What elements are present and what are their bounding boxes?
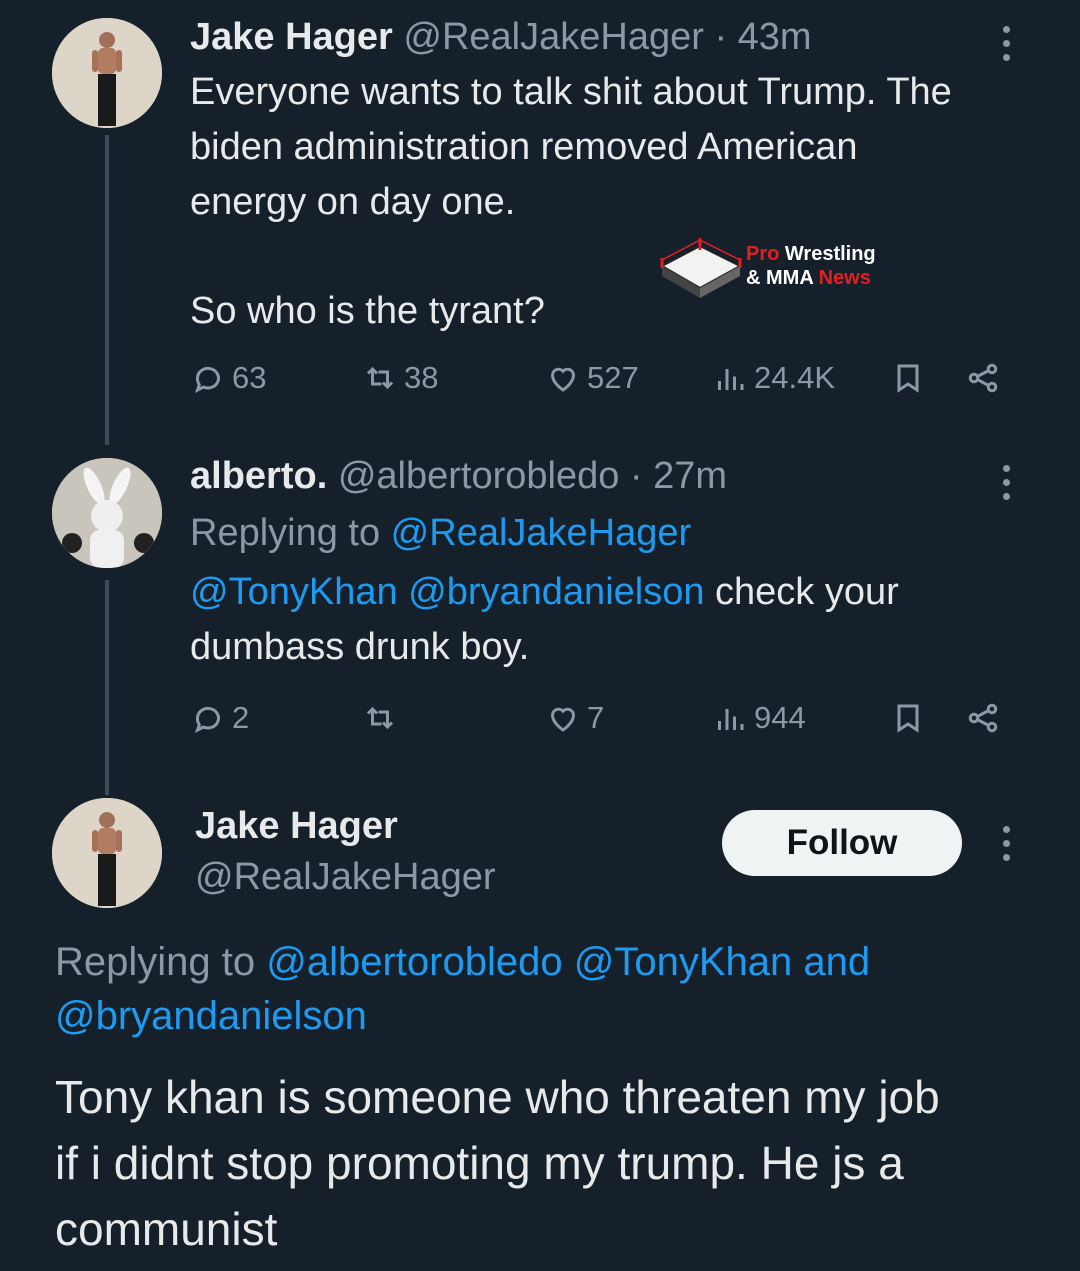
tweet-text-line: Everyone wants to talk shit about Trump.… bbox=[190, 71, 952, 113]
watermark-text-red: Pro bbox=[746, 243, 780, 265]
share-button[interactable] bbox=[965, 700, 1001, 736]
like-button[interactable]: 7 bbox=[545, 700, 604, 736]
tweet-text-line: check your bbox=[704, 571, 899, 613]
replying-to: Replying to @albertorobledo @TonyKhan an… bbox=[55, 935, 1015, 1043]
tweet-text-line: if i didnt stop promoting my trump. He j… bbox=[55, 1137, 904, 1189]
like-count: 527 bbox=[587, 360, 639, 395]
tweet-text-line: So who is the tyrant? bbox=[190, 290, 545, 332]
like-icon bbox=[550, 367, 576, 392]
bookmark-icon bbox=[897, 704, 919, 733]
bookmark-icon bbox=[897, 364, 919, 393]
watermark-text: Pro Wrestling & MMA News bbox=[746, 242, 876, 290]
reply-count: 2 bbox=[232, 700, 250, 735]
views-icon bbox=[718, 369, 744, 390]
retweet-button[interactable] bbox=[362, 700, 404, 736]
watermark-text-red: News bbox=[818, 267, 871, 289]
tweet-text-line: biden administration removed American bbox=[190, 126, 858, 168]
avatar[interactable] bbox=[52, 458, 162, 568]
tweet-time[interactable]: · 43m bbox=[714, 16, 811, 58]
retweet-button[interactable]: 38 bbox=[362, 360, 438, 396]
replying-label: Replying to bbox=[190, 512, 391, 554]
reply-button[interactable]: 2 bbox=[190, 700, 249, 736]
display-name[interactable]: Jake Hager bbox=[190, 16, 393, 58]
tweet-text-line: energy on day one. bbox=[190, 181, 516, 223]
watermark-text-white: Wrestling bbox=[779, 243, 876, 265]
tweet-text-line: Tony khan is someone who threaten my job bbox=[55, 1071, 940, 1123]
user-handle[interactable]: @albertorobledo bbox=[338, 455, 620, 497]
thread-line bbox=[105, 135, 109, 445]
tweet-time[interactable]: · 27m bbox=[630, 455, 727, 497]
replying-to-link[interactable]: @RealJakeHager bbox=[391, 512, 692, 554]
user-handle[interactable]: @RealJakeHager bbox=[195, 856, 496, 899]
like-button[interactable]: 527 bbox=[545, 360, 639, 396]
tweet-text-line: communist bbox=[55, 1203, 278, 1255]
tweet-text: @TonyKhan @bryandanielson check your dum… bbox=[190, 565, 1030, 675]
replying-to-link[interactable]: @albertorobledo bbox=[266, 940, 562, 984]
bookmark-button[interactable] bbox=[890, 360, 926, 396]
thread-line bbox=[105, 580, 109, 795]
views-button[interactable]: 944 bbox=[712, 700, 806, 736]
watermark-logo: Pro Wrestling & MMA News bbox=[658, 236, 878, 306]
display-name[interactable]: Jake Hager bbox=[195, 805, 496, 848]
avatar[interactable] bbox=[52, 798, 162, 908]
views-count: 944 bbox=[754, 700, 806, 735]
tweet-actions: 63 38 527 24.4K bbox=[190, 360, 1010, 400]
reply-button[interactable]: 63 bbox=[190, 360, 266, 396]
reply-count: 63 bbox=[232, 360, 267, 395]
retweet-icon bbox=[366, 706, 394, 730]
more-icon[interactable] bbox=[994, 465, 1018, 500]
mention-link[interactable]: @TonyKhan bbox=[190, 571, 398, 613]
replying-to: Replying to @RealJakeHager bbox=[190, 512, 691, 555]
retweet-icon bbox=[366, 366, 394, 390]
user-handle[interactable]: @RealJakeHager bbox=[403, 16, 704, 58]
tweet-text-line: dumbass drunk boy. bbox=[190, 626, 530, 668]
tweet-header: Jake Hager @RealJakeHager bbox=[195, 805, 496, 899]
tweet-actions: 2 7 944 bbox=[190, 700, 1010, 740]
tweet-text: Tony khan is someone who threaten my job… bbox=[55, 1064, 1045, 1262]
replying-to-and[interactable]: and bbox=[803, 940, 870, 984]
follow-button[interactable]: Follow bbox=[722, 810, 962, 876]
tweet-header: Jake Hager @RealJakeHager · 43m bbox=[190, 16, 812, 59]
replying-to-link[interactable]: @bryandanielson bbox=[55, 994, 367, 1038]
share-icon bbox=[968, 363, 998, 393]
views-button[interactable]: 24.4K bbox=[712, 360, 835, 396]
reply-icon bbox=[194, 366, 220, 393]
like-icon bbox=[550, 707, 576, 732]
bookmark-button[interactable] bbox=[890, 700, 926, 736]
more-icon[interactable] bbox=[994, 26, 1018, 61]
views-count: 24.4K bbox=[754, 360, 836, 395]
watermark-text-white: & MMA bbox=[746, 267, 819, 289]
retweet-count: 38 bbox=[404, 360, 439, 395]
views-icon bbox=[718, 709, 744, 730]
tweet-text: Everyone wants to talk shit about Trump.… bbox=[190, 65, 1030, 339]
replying-label: Replying to bbox=[55, 940, 267, 984]
more-icon[interactable] bbox=[994, 826, 1018, 861]
tweet-header: alberto. @albertorobledo · 27m bbox=[190, 455, 727, 498]
avatar[interactable] bbox=[52, 18, 162, 128]
share-button[interactable] bbox=[965, 360, 1001, 396]
share-icon bbox=[968, 703, 998, 733]
replying-to-link[interactable]: @TonyKhan bbox=[574, 940, 793, 984]
like-count: 7 bbox=[587, 700, 605, 735]
reply-icon bbox=[194, 706, 220, 733]
display-name[interactable]: alberto. bbox=[190, 455, 327, 497]
mention-link[interactable]: @bryandanielson bbox=[408, 571, 704, 613]
